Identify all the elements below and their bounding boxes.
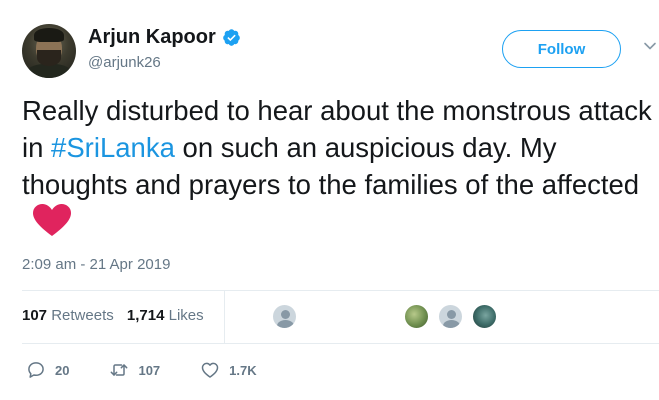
tweet-stats: 107 Retweets 1,714 Likes (22, 307, 213, 324)
tweet-text: Really disturbed to hear about the monst… (22, 92, 652, 240)
author-avatar[interactable] (22, 24, 76, 78)
follow-button[interactable]: Follow (502, 30, 621, 68)
tweet-header: Arjun Kapoor @arjunk26 Follow (22, 22, 659, 82)
hashtag-link[interactable]: #SriLanka (51, 132, 175, 163)
reply-button[interactable]: 20 (26, 360, 69, 380)
retweets-stat[interactable]: 107 Retweets (22, 307, 114, 324)
author-name[interactable]: Arjun Kapoor (88, 26, 241, 49)
liker-avatar[interactable] (437, 303, 464, 330)
likes-stat-label: Likes (168, 307, 204, 324)
likes-stat[interactable]: 1,714 Likes (127, 307, 204, 324)
author-info[interactable]: Arjun Kapoor @arjunk26 (88, 26, 241, 71)
likes-stat-count: 1,714 (126, 307, 165, 324)
author-handle[interactable]: @arjunk26 (88, 54, 241, 71)
like-icon (201, 362, 219, 378)
liker-avatar[interactable] (271, 303, 298, 330)
liker-avatar[interactable] (403, 303, 430, 330)
author-name-text[interactable]: Arjun Kapoor (88, 26, 216, 49)
tweet-actions: 20 107 1.7K (26, 360, 297, 380)
caret-down-icon[interactable] (642, 38, 658, 54)
retweet-button[interactable]: 107 (109, 360, 160, 380)
reply-icon (28, 362, 44, 378)
retweets-stat-count: 107 (22, 307, 48, 324)
like-button[interactable]: 1.7K (200, 360, 257, 380)
divider (22, 343, 659, 344)
like-count: 1.7K (229, 362, 257, 378)
retweet-icon (111, 364, 128, 376)
verified-badge-icon (222, 29, 240, 46)
reply-count: 20 (55, 362, 70, 378)
red-heart-icon (33, 204, 71, 236)
divider (22, 290, 659, 291)
liker-avatar[interactable] (471, 303, 498, 330)
stats-divider (224, 291, 225, 343)
retweets-stat-label: Retweets (51, 307, 114, 324)
tweet-timestamp[interactable]: 2:09 am - 21 Apr 2019 (22, 256, 170, 273)
retweet-count: 107 (138, 362, 161, 378)
